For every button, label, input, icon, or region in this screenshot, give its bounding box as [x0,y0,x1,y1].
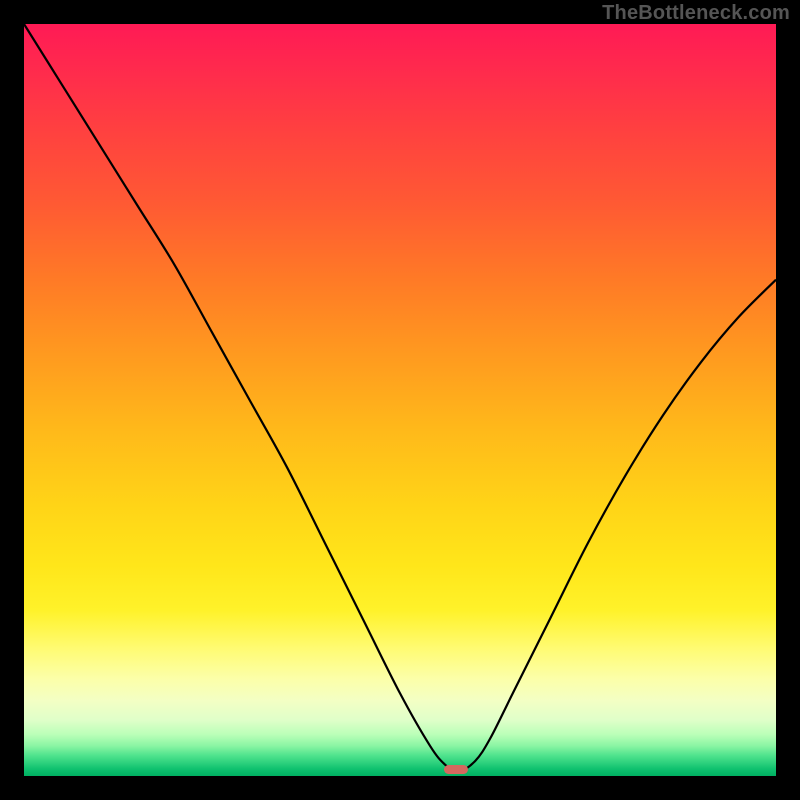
chart-frame: TheBottleneck.com [0,0,800,800]
bottleneck-curve [24,24,776,776]
optimal-point-marker [444,765,468,774]
watermark-text: TheBottleneck.com [602,2,790,25]
plot-area [24,24,776,776]
bottleneck-curve-path [24,24,776,772]
